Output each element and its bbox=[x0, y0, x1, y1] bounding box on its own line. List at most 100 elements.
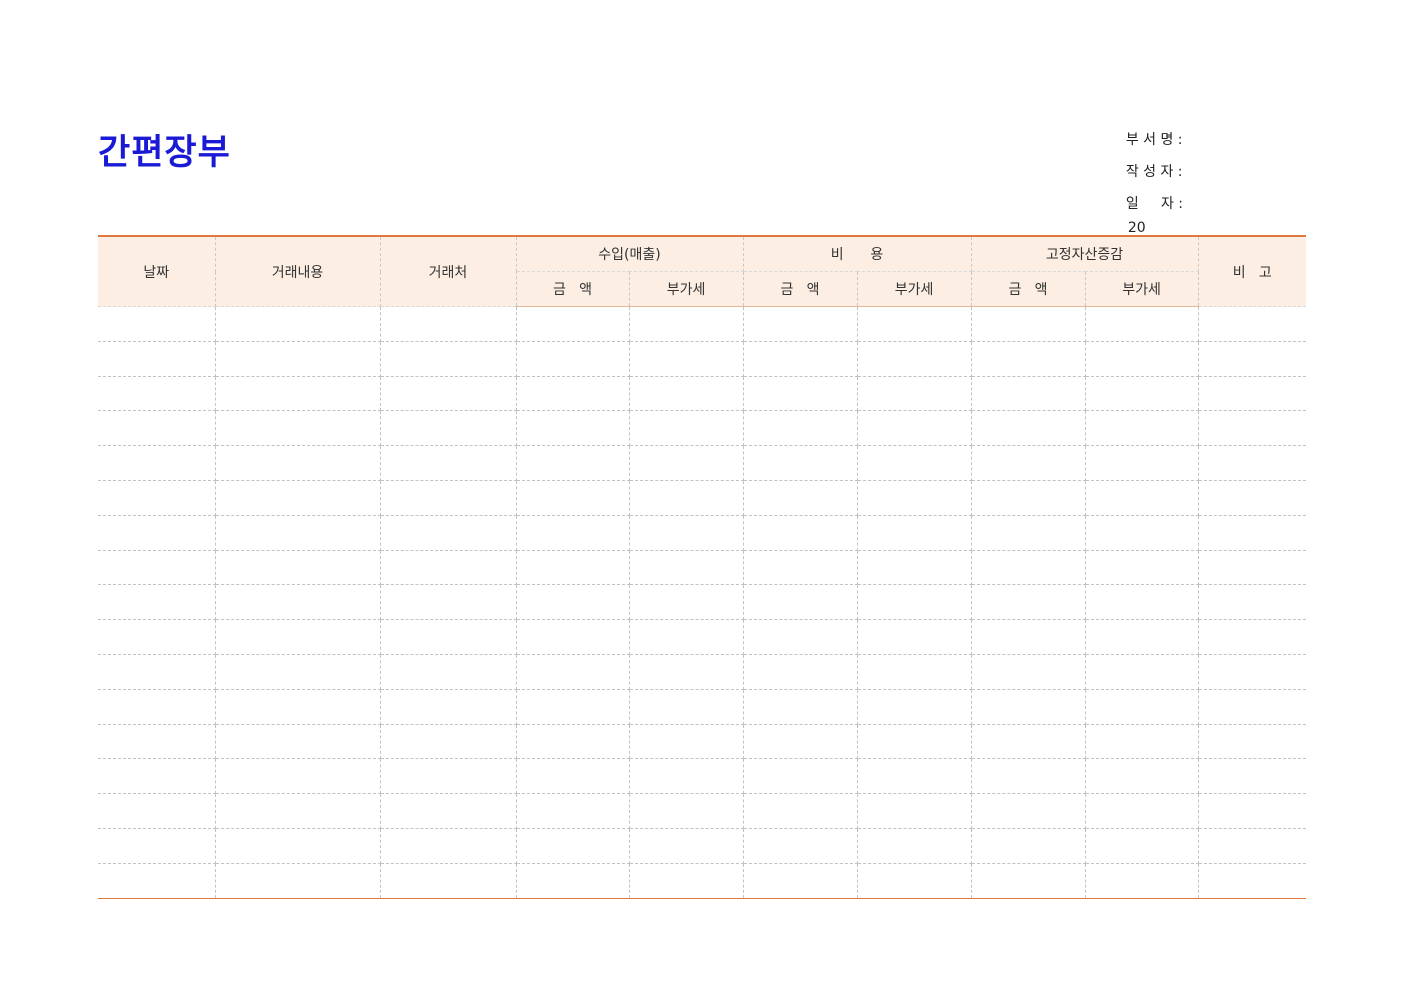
table-cell[interactable] bbox=[970, 445, 1086, 481]
table-cell[interactable] bbox=[1197, 480, 1307, 516]
table-cell[interactable] bbox=[515, 376, 630, 412]
table-cell[interactable] bbox=[379, 758, 517, 795]
table-cell[interactable] bbox=[98, 584, 216, 621]
table-cell[interactable] bbox=[1197, 758, 1307, 795]
table-cell[interactable] bbox=[628, 584, 744, 621]
table-cell[interactable] bbox=[214, 515, 381, 551]
table-cell[interactable] bbox=[98, 445, 216, 481]
table-cell[interactable] bbox=[1197, 828, 1307, 864]
table-cell[interactable] bbox=[515, 306, 630, 342]
table-cell[interactable] bbox=[379, 341, 517, 377]
table-cell[interactable] bbox=[1197, 550, 1307, 586]
table-cell[interactable] bbox=[1084, 724, 1199, 760]
table-cell[interactable] bbox=[742, 828, 858, 864]
table-cell[interactable] bbox=[628, 445, 744, 481]
table-cell[interactable] bbox=[1084, 654, 1199, 690]
table-cell[interactable] bbox=[1084, 758, 1199, 795]
table-cell[interactable] bbox=[1084, 341, 1199, 377]
table-cell[interactable] bbox=[628, 654, 744, 690]
table-cell[interactable] bbox=[856, 410, 972, 447]
table-cell[interactable] bbox=[515, 724, 630, 760]
table-cell[interactable] bbox=[1197, 654, 1307, 690]
table-cell[interactable] bbox=[214, 341, 381, 377]
table-cell[interactable] bbox=[742, 550, 858, 586]
table-cell[interactable] bbox=[379, 863, 517, 899]
table-cell[interactable] bbox=[970, 410, 1086, 447]
table-cell[interactable] bbox=[379, 515, 517, 551]
table-cell[interactable] bbox=[856, 863, 972, 899]
table-cell[interactable] bbox=[379, 689, 517, 725]
table-cell[interactable] bbox=[1197, 376, 1307, 412]
table-cell[interactable] bbox=[1197, 410, 1307, 447]
table-cell[interactable] bbox=[214, 410, 381, 447]
table-cell[interactable] bbox=[98, 724, 216, 760]
table-cell[interactable] bbox=[742, 584, 858, 621]
table-cell[interactable] bbox=[379, 550, 517, 586]
table-cell[interactable] bbox=[742, 480, 858, 516]
table-cell[interactable] bbox=[1197, 515, 1307, 551]
table-cell[interactable] bbox=[742, 863, 858, 899]
table-cell[interactable] bbox=[515, 341, 630, 377]
table-cell[interactable] bbox=[742, 758, 858, 795]
table-cell[interactable] bbox=[98, 619, 216, 655]
table-cell[interactable] bbox=[1084, 376, 1199, 412]
table-cell[interactable] bbox=[98, 863, 216, 899]
table-cell[interactable] bbox=[98, 828, 216, 864]
table-cell[interactable] bbox=[1197, 341, 1307, 377]
table-cell[interactable] bbox=[515, 584, 630, 621]
table-cell[interactable] bbox=[98, 341, 216, 377]
table-cell[interactable] bbox=[856, 828, 972, 864]
table-cell[interactable] bbox=[98, 654, 216, 690]
table-cell[interactable] bbox=[515, 689, 630, 725]
table-cell[interactable] bbox=[1197, 689, 1307, 725]
table-cell[interactable] bbox=[1084, 689, 1199, 725]
table-cell[interactable] bbox=[379, 480, 517, 516]
table-cell[interactable] bbox=[1084, 828, 1199, 864]
table-cell[interactable] bbox=[856, 758, 972, 795]
table-cell[interactable] bbox=[515, 758, 630, 795]
table-cell[interactable] bbox=[214, 306, 381, 342]
table-cell[interactable] bbox=[628, 341, 744, 377]
table-cell[interactable] bbox=[742, 376, 858, 412]
table-cell[interactable] bbox=[856, 515, 972, 551]
table-cell[interactable] bbox=[970, 480, 1086, 516]
table-cell[interactable] bbox=[515, 828, 630, 864]
table-cell[interactable] bbox=[379, 410, 517, 447]
table-cell[interactable] bbox=[214, 793, 381, 829]
table-cell[interactable] bbox=[970, 584, 1086, 621]
table-cell[interactable] bbox=[515, 410, 630, 447]
table-cell[interactable] bbox=[1197, 793, 1307, 829]
table-cell[interactable] bbox=[1197, 863, 1307, 899]
table-cell[interactable] bbox=[856, 341, 972, 377]
table-cell[interactable] bbox=[515, 515, 630, 551]
table-cell[interactable] bbox=[98, 376, 216, 412]
table-cell[interactable] bbox=[856, 793, 972, 829]
table-cell[interactable] bbox=[970, 793, 1086, 829]
table-cell[interactable] bbox=[515, 863, 630, 899]
table-cell[interactable] bbox=[98, 689, 216, 725]
table-cell[interactable] bbox=[214, 724, 381, 760]
table-cell[interactable] bbox=[970, 341, 1086, 377]
table-cell[interactable] bbox=[742, 341, 858, 377]
table-cell[interactable] bbox=[628, 793, 744, 829]
table-cell[interactable] bbox=[1084, 619, 1199, 655]
table-cell[interactable] bbox=[98, 306, 216, 342]
table-cell[interactable] bbox=[214, 376, 381, 412]
table-cell[interactable] bbox=[742, 445, 858, 481]
table-cell[interactable] bbox=[98, 480, 216, 516]
table-cell[interactable] bbox=[1084, 410, 1199, 447]
table-cell[interactable] bbox=[742, 306, 858, 342]
table-cell[interactable] bbox=[970, 863, 1086, 899]
table-cell[interactable] bbox=[970, 376, 1086, 412]
table-cell[interactable] bbox=[856, 480, 972, 516]
table-cell[interactable] bbox=[1084, 515, 1199, 551]
table-cell[interactable] bbox=[628, 480, 744, 516]
table-cell[interactable] bbox=[379, 654, 517, 690]
table-cell[interactable] bbox=[742, 654, 858, 690]
table-cell[interactable] bbox=[214, 758, 381, 795]
table-cell[interactable] bbox=[856, 306, 972, 342]
table-cell[interactable] bbox=[1197, 584, 1307, 621]
table-cell[interactable] bbox=[98, 550, 216, 586]
table-cell[interactable] bbox=[379, 724, 517, 760]
table-cell[interactable] bbox=[856, 584, 972, 621]
